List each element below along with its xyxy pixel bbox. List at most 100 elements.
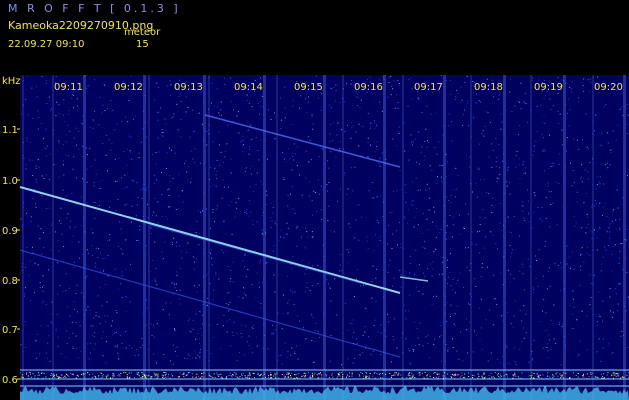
noise-dot <box>578 97 580 99</box>
band-dot <box>602 377 604 379</box>
noise-dot <box>328 283 329 285</box>
noise-dot <box>270 202 272 204</box>
band-dot <box>226 376 228 378</box>
band-dot <box>311 372 313 374</box>
band-dot <box>29 372 31 374</box>
time-column-line <box>323 75 326 400</box>
noise-dot <box>212 209 214 211</box>
noise-dot <box>415 138 417 140</box>
noise-dot <box>350 79 352 81</box>
noise-dot <box>81 123 83 125</box>
noise-dot <box>75 321 77 323</box>
noise-dot <box>36 181 37 183</box>
noise-dot <box>150 323 152 325</box>
noise-dot <box>457 305 458 307</box>
noise-dot <box>57 240 59 241</box>
noise-dot <box>266 262 268 264</box>
noise-dot <box>244 325 246 327</box>
noise-dot <box>451 236 453 238</box>
band-dot <box>287 376 289 378</box>
noise-dot <box>92 119 94 121</box>
band-dot <box>549 376 551 378</box>
band-dot <box>563 378 565 379</box>
noise-dot <box>78 241 80 243</box>
noise-dot <box>152 154 153 156</box>
noise-dot <box>590 308 592 310</box>
noise-dot <box>587 223 589 225</box>
noise-dot <box>598 338 600 340</box>
band-dot <box>113 373 115 375</box>
noise-dot <box>313 190 315 192</box>
noise-dot <box>37 333 39 335</box>
noise-dot <box>505 181 507 183</box>
noise-dot <box>287 227 289 229</box>
band-dot <box>157 373 159 375</box>
noise-dot <box>192 158 194 160</box>
band-dot <box>66 373 67 375</box>
noise-dot <box>199 162 201 164</box>
band-dot <box>257 373 259 375</box>
band-dot <box>612 372 614 374</box>
noise-dot <box>609 223 611 225</box>
noise-dot <box>259 260 261 262</box>
noise-dot <box>609 296 611 298</box>
noise-dot <box>35 167 37 169</box>
noise-dot <box>194 350 195 352</box>
noise-dot <box>621 330 623 332</box>
noise-dot <box>525 171 527 173</box>
noise-dot <box>75 144 77 146</box>
band-dot <box>286 374 287 376</box>
noise-dot <box>598 291 600 293</box>
noise-dot <box>615 227 617 229</box>
noise-dot <box>67 124 69 126</box>
noise-dot <box>127 121 129 123</box>
noise-dot <box>179 289 181 291</box>
noise-dot <box>43 247 45 249</box>
band-dot <box>339 372 341 374</box>
noise-dot <box>627 175 628 177</box>
noise-dot <box>580 176 582 178</box>
noise-dot <box>612 311 614 313</box>
noise-dot <box>350 167 352 169</box>
noise-dot <box>479 230 481 232</box>
noise-dot <box>95 247 97 249</box>
noise-dot <box>366 240 368 242</box>
noise-dot <box>545 217 547 219</box>
noise-dot <box>97 295 99 297</box>
noise-dot <box>77 357 79 359</box>
noise-dot <box>377 219 379 221</box>
noise-dot <box>291 291 293 293</box>
noise-dot <box>450 79 451 81</box>
band-dot <box>126 376 128 378</box>
noise-dot <box>429 357 431 358</box>
noise-dot <box>522 164 524 166</box>
noise-dot <box>524 92 526 94</box>
noise-dot <box>43 178 45 179</box>
noise-dot <box>500 128 502 130</box>
noise-dot <box>58 176 60 178</box>
band-dot <box>143 374 145 375</box>
noise-dot <box>284 86 286 88</box>
noise-dot <box>344 172 346 174</box>
noise-dot <box>458 358 460 360</box>
noise-dot <box>329 133 331 135</box>
noise-dot <box>426 218 428 220</box>
noise-dot <box>196 291 198 293</box>
noise-dot <box>121 271 123 273</box>
noise-dot <box>572 298 574 300</box>
noise-dot <box>559 113 561 115</box>
noise-dot <box>129 149 131 151</box>
noise-dot <box>461 99 463 101</box>
noise-dot <box>400 247 402 249</box>
band-dot <box>254 377 255 378</box>
noise-dot <box>112 334 113 336</box>
noise-dot <box>231 331 233 333</box>
band-dot <box>53 375 55 377</box>
noise-dot <box>417 189 419 191</box>
spectrogram-panel: kHz 1.1 1.0 0.9 0.8 0.7 0.6 09:11 09:12 09:13 09… <box>0 75 629 400</box>
noise-dot <box>45 128 47 130</box>
noise-dot <box>216 88 218 90</box>
noise-dot <box>210 249 212 251</box>
noise-dot <box>188 354 190 356</box>
noise-dot <box>585 232 587 234</box>
